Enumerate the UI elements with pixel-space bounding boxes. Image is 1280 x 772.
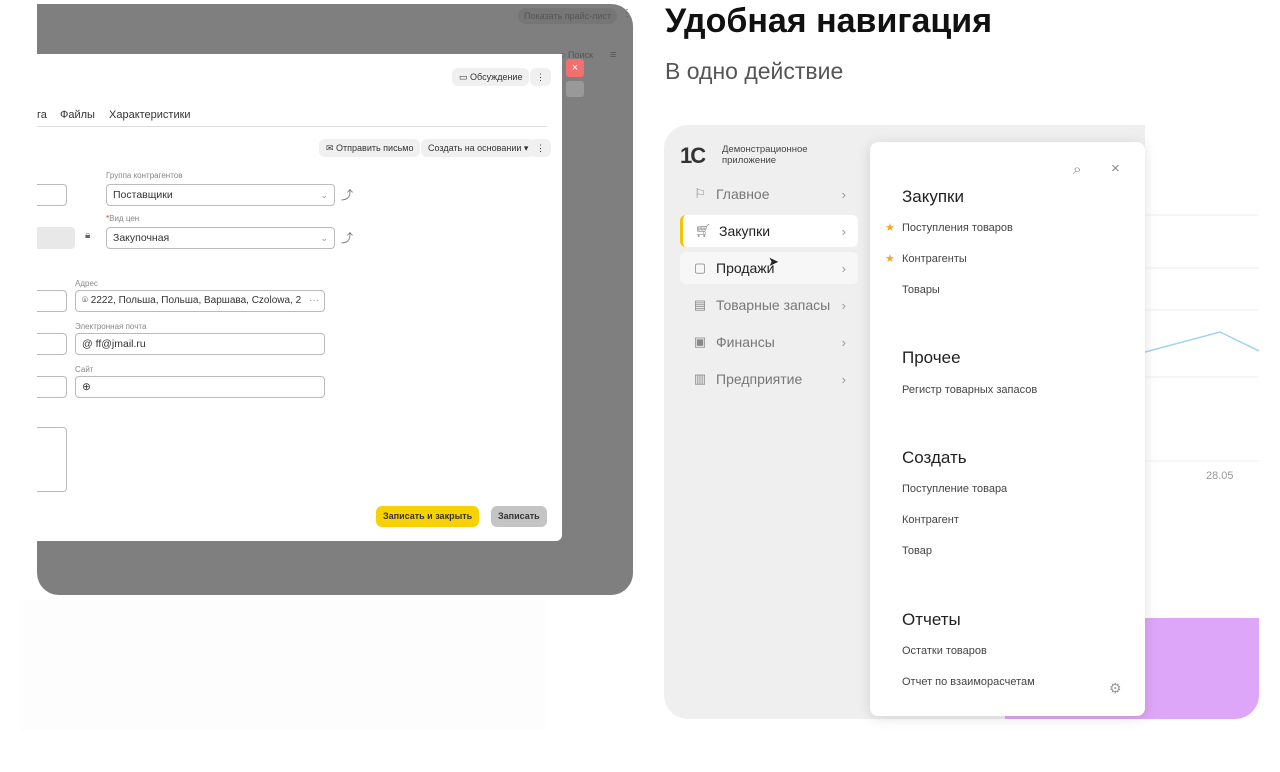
menu-item[interactable]: Контрагент [902,514,959,526]
more-button-2[interactable]: ⋮ [530,139,551,157]
field-partial-disabled [37,227,75,249]
reflection [20,600,545,730]
comment-field-partial[interactable] [37,427,67,492]
more-dots-icon[interactable]: ··· [309,291,319,311]
send-letter-label: Отправить письмо [336,143,414,153]
nav-inventory[interactable]: ▤ Товарные запасы › [680,289,858,321]
group-value: Поставщики [113,189,173,201]
gear-icon[interactable]: ⚙ [1109,680,1122,697]
address-label: Адрес [75,279,98,288]
search-icon[interactable]: ⌕ [1073,161,1081,178]
save-close-button[interactable]: Записать и закрыть [376,506,480,527]
send-letter-button[interactable]: ✉ Отправить письмо [319,139,421,157]
nav-label: Предприятие [716,371,803,387]
chevron-right-icon: › [841,223,846,239]
section-title: Отчеты [902,610,961,629]
nav-label: Финансы [716,334,775,350]
app-name: Демонстрационное приложение [722,144,808,166]
menu-item[interactable]: Отчет по взаиморасчетам [902,676,1035,688]
nav-label: Товарные запасы [716,297,831,313]
more-button[interactable]: ⋮ [530,68,551,86]
tab-files[interactable]: Файлы [60,109,95,121]
nav-purchases[interactable]: 🛒︎ Закупки › [680,215,858,247]
discussion-button[interactable]: ▭ Обсуждение [452,68,530,86]
email-label: Электронная почта [75,322,147,331]
email-value: ff@jmail.ru [95,338,146,350]
more-icon[interactable]: ⋮ [622,8,632,19]
price-type-value: Закупочная [113,232,170,244]
price-type-text: Вид цен [109,214,140,223]
chevron-right-icon: › [841,297,846,313]
chevron-right-icon: › [841,186,846,202]
menu-item[interactable]: Поступление товара [902,483,1007,495]
cart-icon: 🛒︎ [694,223,712,238]
save-button[interactable]: Записать [491,506,547,527]
nav-main[interactable]: ⚐ Главное › [680,178,858,210]
tab-partial[interactable]: га [37,109,47,121]
chart-tick-label: 28.05 [1206,470,1234,482]
open-icon[interactable]: ⤴ [341,186,353,203]
chevron-right-icon: › [841,260,846,276]
section-title: Закупки [902,187,964,206]
chevron-right-icon: › [841,371,846,387]
price-list-button[interactable]: Показать прайс-лист [518,8,618,24]
at-icon: @ [82,338,93,350]
tabs-divider [37,126,547,127]
location-icon: ⌾ [82,295,88,306]
nav-enterprise[interactable]: ▥ Предприятие › [680,363,858,395]
open-icon-2[interactable]: ⤴ [341,229,353,246]
page-title: Удобная навигация [665,2,993,40]
close-icon[interactable]: × [566,59,584,77]
discussion-label: Обсуждение [470,72,523,82]
logo-1c: 1C [680,143,706,168]
warehouse-icon: ▤ [693,297,707,312]
chevron-right-icon: › [841,334,846,350]
chart-line [1145,214,1259,462]
filter-icon[interactable]: ≡ [610,49,616,61]
create-based-button[interactable]: Создать на основании ▾ [421,139,536,157]
close-icon[interactable]: × [1111,160,1120,177]
field-partial-4[interactable] [37,376,67,398]
expand-icon[interactable] [566,81,584,97]
section-title: Прочее [902,348,961,367]
tab-characteristics[interactable]: Характеристики [109,109,191,121]
address-value: 2222, Польша, Польша, Варшава, Czolowa, … [90,295,302,306]
nav-label: Продажи [716,260,775,276]
menu-item[interactable]: Контрагенты [902,253,967,265]
star-icon[interactable]: ★ [885,221,895,234]
nav-finance[interactable]: ▣ Финансы › [680,326,858,358]
menu-item[interactable]: Товары [902,284,940,296]
price-type-label: *Вид цен [106,214,140,223]
globe-icon: ⊕ [82,381,91,393]
star-icon[interactable]: ★ [885,252,895,265]
menu-item[interactable]: Товар [902,545,932,557]
nav-label: Закупки [719,223,771,239]
price-type-select[interactable]: Закупочная ⌄ [106,227,335,249]
field-partial-2[interactable] [37,290,67,312]
page-subtitle: В одно действие [665,58,844,84]
address-field[interactable]: ⌾ 2222, Польша, Польша, Варшава, Czolowa… [75,290,325,312]
mouse-cursor: ➤ [768,254,779,269]
group-select[interactable]: Поставщики ⌄ [106,184,335,206]
lock-icon: 🔒︎ [85,230,91,241]
email-field[interactable]: @ ff@jmail.ru [75,333,325,355]
factory-icon: ▥ [693,371,707,386]
section-title: Создать [902,448,967,467]
field-partial-3[interactable] [37,333,67,355]
menu-item[interactable]: Остатки товаров [902,645,987,657]
flag-icon: ⚐ [694,186,706,201]
menu-item[interactable]: Поступления товаров [902,222,1013,234]
create-based-label: Создать на основании [428,143,522,153]
site-field[interactable]: ⊕ [75,376,325,398]
site-label: Сайт [75,365,94,374]
bag-icon: ▢ [693,260,707,275]
menu-item[interactable]: Регистр товарных запасов [902,384,1037,396]
group-label: Группа контрагентов [106,171,183,180]
field-partial-1[interactable] [37,184,67,206]
wallet-icon: ▣ [693,334,707,349]
nav-label: Главное [716,186,770,202]
